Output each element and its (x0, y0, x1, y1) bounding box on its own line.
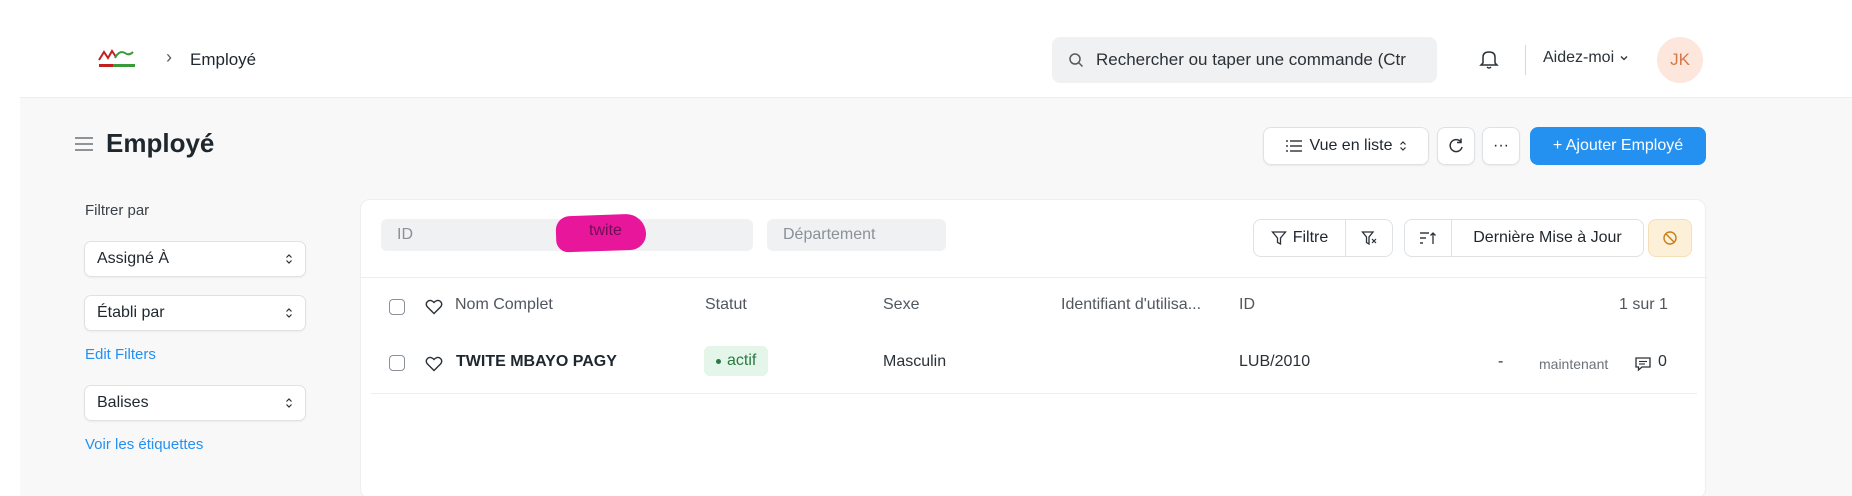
top-navbar: › Employé Rechercher ou taper une comman… (20, 0, 1852, 98)
unfollow-toggle-button[interactable] (1648, 219, 1692, 257)
filter-icon (1270, 231, 1287, 246)
column-header-status[interactable]: Statut (705, 296, 747, 314)
row-gender: Masculin (883, 353, 947, 370)
sort-updown-icon (1399, 141, 1406, 151)
refresh-icon (1449, 138, 1463, 153)
select-all-checkbox[interactable] (389, 299, 405, 315)
row-divider (371, 393, 1697, 394)
chevron-down-icon (1620, 56, 1628, 61)
select-updown-icon (286, 398, 292, 408)
comment-icon[interactable] (1634, 355, 1652, 373)
column-header-id[interactable]: ID (1239, 296, 1255, 314)
select-updown-icon (286, 308, 292, 318)
record-count: 1 sur 1 (1619, 296, 1668, 313)
user-avatar[interactable]: JK (1657, 37, 1703, 83)
column-header-user-id[interactable]: Identifiant d'utilisa... (1061, 296, 1201, 314)
add-employee-button[interactable]: + Ajouter Employé (1530, 127, 1706, 165)
column-header-full-name[interactable]: Nom Complet (455, 296, 553, 314)
panel-divider (361, 277, 1707, 278)
row-dash: - (1498, 353, 1504, 370)
page-header: Employé (74, 128, 214, 159)
add-employee-label: + Ajouter Employé (1552, 137, 1684, 154)
search-bar[interactable]: Rechercher ou taper une commande (Ctr (1052, 37, 1437, 83)
filter-label: Filtre (1292, 229, 1329, 246)
heart-icon[interactable] (425, 299, 443, 315)
view-mode-label: Vue en liste (1309, 137, 1393, 154)
notification-bell-icon[interactable] (1476, 46, 1502, 72)
breadcrumb-chevron-icon: › (166, 47, 172, 67)
heart-icon[interactable] (425, 356, 443, 372)
sort-field-button[interactable]: Dernière Mise à Jour (1451, 219, 1644, 257)
page-title: Employé (106, 128, 215, 158)
ban-icon (1663, 231, 1677, 245)
sidebar-toggle-icon[interactable] (74, 135, 94, 153)
row-checkbox[interactable] (389, 355, 405, 371)
list-panel: ID twite Département Filtre Dernière Mis… (360, 199, 1707, 496)
row-id: LUB/2010 (1239, 353, 1311, 370)
status-badge-label: actif (727, 352, 757, 369)
status-badge: actif (704, 346, 769, 376)
clear-filter-button[interactable] (1345, 219, 1393, 257)
filter-button[interactable]: Filtre (1253, 219, 1346, 257)
search-icon (1069, 53, 1084, 68)
created-by-select[interactable]: Établi par (84, 295, 306, 331)
row-modified-time: maintenant (1539, 356, 1609, 372)
breadcrumb-employee[interactable]: Employé (190, 50, 256, 70)
created-by-label: Établi par (97, 304, 165, 321)
department-filter-input[interactable]: Département (767, 219, 946, 251)
filter-by-title: Filtrer par (85, 202, 150, 219)
sort-field-label: Dernière Mise à Jour (1473, 229, 1622, 246)
refresh-button[interactable] (1437, 127, 1475, 165)
filter-x-icon (1361, 231, 1377, 246)
view-mode-button[interactable]: Vue en liste (1263, 127, 1429, 165)
column-header-gender[interactable]: Sexe (883, 296, 919, 314)
help-label: Aidez-moi (1543, 49, 1615, 66)
show-tags-link[interactable]: Voir les étiquettes (85, 436, 203, 453)
edit-filters-link[interactable]: Edit Filters (85, 346, 156, 363)
id-filter-placeholder: ID (397, 226, 413, 243)
row-comment-count: 0 (1658, 353, 1667, 370)
select-updown-icon (286, 254, 292, 264)
help-dropdown[interactable]: Aidez-moi (1543, 49, 1629, 67)
assigned-to-select[interactable]: Assigné À (84, 241, 306, 277)
navbar-divider (1525, 45, 1526, 75)
app-logo[interactable] (95, 46, 139, 72)
status-dot-icon (716, 358, 721, 364)
list-icon (1286, 140, 1303, 152)
name-filter-input[interactable]: twite (589, 222, 622, 240)
search-input[interactable]: Rechercher ou taper une commande (Ctr (1096, 50, 1426, 70)
left-strip (0, 0, 20, 496)
ellipsis-icon: ··· (1493, 137, 1509, 154)
row-full-name[interactable]: TWITE MBAYO PAGY (456, 353, 617, 371)
sort-ascending-icon (1420, 232, 1436, 244)
tags-select[interactable]: Balises (84, 385, 306, 421)
assigned-to-label: Assigné À (97, 250, 170, 267)
department-filter-placeholder: Département (783, 226, 876, 243)
sort-direction-button[interactable] (1404, 219, 1452, 257)
more-actions-button[interactable]: ··· (1482, 127, 1520, 165)
tags-label: Balises (97, 394, 149, 411)
